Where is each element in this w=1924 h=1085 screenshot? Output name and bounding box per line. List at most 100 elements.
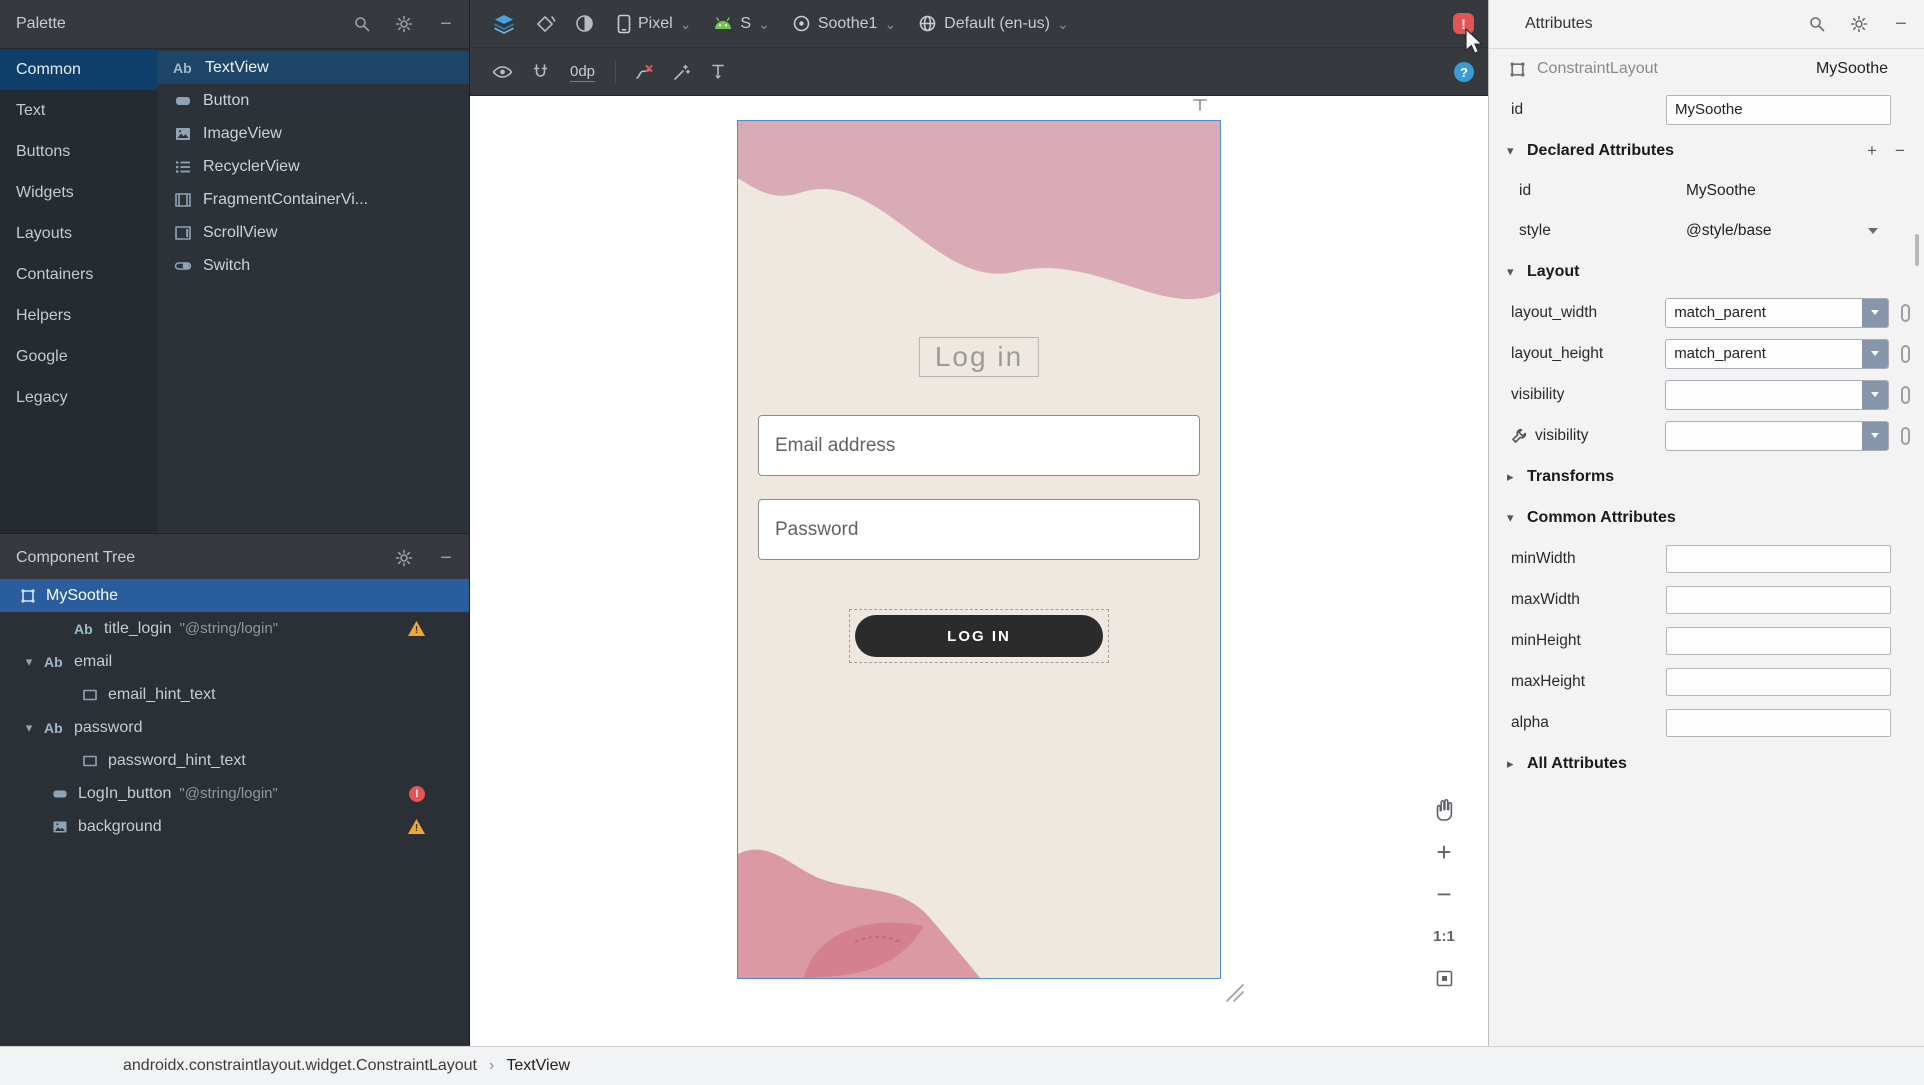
chevron-down-icon[interactable] <box>1862 298 1889 327</box>
login-button[interactable]: LOG IN <box>855 615 1103 657</box>
zoom-actual-size-button[interactable]: 1:1 <box>1433 924 1455 948</box>
email-field-view[interactable]: Email address <box>758 415 1200 476</box>
tools-attribute-pill-icon[interactable] <box>1901 426 1910 445</box>
infer-constraints-wand-icon[interactable] <box>672 63 691 82</box>
tree-item-title-login[interactable]: Ab title_login "@string/login" ! <box>0 612 469 645</box>
device-selector[interactable]: Pixel ⌄ <box>617 14 691 34</box>
palette-component-imageview[interactable]: ImageView <box>157 117 469 150</box>
search-icon[interactable] <box>353 15 371 33</box>
design-surface[interactable]: Log in Email address Password LOG IN + −… <box>470 96 1488 1046</box>
chevron-down-icon[interactable] <box>1862 380 1889 409</box>
remove-attribute-icon[interactable]: − <box>1890 141 1910 161</box>
max-width-input[interactable] <box>1666 585 1891 614</box>
orientation-icon[interactable] <box>534 13 556 35</box>
declared-row-id[interactable]: id MySoothe <box>1489 171 1924 211</box>
minimize-icon[interactable]: − <box>437 548 455 568</box>
palette-category-layouts[interactable]: Layouts <box>0 213 157 254</box>
tree-item-password-hint-text[interactable]: password_hint_text <box>0 744 469 777</box>
palette-category-helpers[interactable]: Helpers <box>0 295 157 336</box>
tree-item-background[interactable]: background ! <box>0 810 469 843</box>
chevron-down-icon[interactable] <box>1862 339 1889 368</box>
night-mode-icon[interactable] <box>574 13 595 34</box>
warning-badge-icon[interactable]: ! <box>408 819 425 834</box>
breadcrumb-current[interactable]: TextView <box>506 1057 570 1075</box>
breadcrumb-path[interactable]: androidx.constraintlayout.widget.Constra… <box>123 1057 477 1075</box>
device-canvas[interactable]: Log in Email address Password LOG IN <box>737 120 1221 979</box>
tools-attribute-pill-icon[interactable] <box>1901 385 1910 404</box>
add-attribute-icon[interactable]: + <box>1862 141 1882 161</box>
id-input[interactable] <box>1666 94 1891 125</box>
palette-category-text[interactable]: Text <box>0 90 157 131</box>
palette-category-buttons[interactable]: Buttons <box>0 131 157 172</box>
visibility-combo[interactable] <box>1665 379 1890 410</box>
zoom-out-icon[interactable]: − <box>1436 881 1451 907</box>
default-margin-selector[interactable]: 0dp <box>570 63 596 82</box>
mouse-cursor <box>1465 28 1483 54</box>
tree-item-password[interactable]: ▾ Ab password <box>0 711 469 744</box>
max-height-input[interactable] <box>1666 667 1891 696</box>
attributes-title: Attributes <box>1525 15 1593 32</box>
min-height-input[interactable] <box>1666 626 1891 655</box>
palette-component-switch[interactable]: Switch <box>157 249 469 282</box>
gear-icon[interactable] <box>395 15 413 33</box>
chevron-down-icon[interactable]: ▾ <box>22 654 36 670</box>
chevron-down-icon: ▾ <box>1507 509 1514 525</box>
warning-badge-icon[interactable]: ! <box>408 621 425 636</box>
palette-category-common[interactable]: Common <box>0 49 157 90</box>
zoom-to-fit-icon[interactable] <box>1435 966 1454 990</box>
chevron-down-icon[interactable]: ▾ <box>22 720 36 736</box>
layout-width-combo[interactable]: match_parent <box>1665 297 1890 328</box>
tools-visibility-combo[interactable] <box>1665 420 1890 451</box>
section-layout[interactable]: ▾ Layout <box>1489 251 1924 292</box>
minimize-icon[interactable]: − <box>1892 14 1910 34</box>
gear-icon[interactable] <box>1850 15 1868 33</box>
section-declared-attributes[interactable]: ▾ Declared Attributes + − <box>1489 130 1924 171</box>
palette-category-google[interactable]: Google <box>0 336 157 377</box>
gear-icon[interactable] <box>395 549 413 567</box>
pan-hand-icon[interactable] <box>1432 796 1456 822</box>
section-all-attributes[interactable]: ▸ All Attributes <box>1489 743 1924 784</box>
error-badge-icon[interactable]: ! <box>409 785 425 802</box>
tools-attribute-pill-icon[interactable] <box>1901 344 1910 363</box>
palette-component-recyclerview[interactable]: RecyclerView <box>157 150 469 183</box>
palette-component-textview[interactable]: Ab TextView <box>157 51 469 84</box>
layout-height-combo[interactable]: match_parent <box>1665 338 1890 369</box>
autoconnect-magnet-icon[interactable] <box>531 63 550 82</box>
zoom-in-icon[interactable]: + <box>1436 839 1451 865</box>
chevron-down-icon[interactable] <box>1862 421 1889 450</box>
alpha-input[interactable] <box>1666 708 1891 737</box>
palette-component-fragmentcontainer[interactable]: FragmentContainerVi... <box>157 183 469 216</box>
password-field-view[interactable]: Password <box>758 499 1200 560</box>
locale-selector[interactable]: Default (en-us) ⌄ <box>918 14 1069 33</box>
palette-category-containers[interactable]: Containers <box>0 254 157 295</box>
canvas-resize-handle[interactable] <box>1226 984 1244 1002</box>
palette-component-scrollview[interactable]: ScrollView <box>157 216 469 249</box>
tools-attribute-pill-icon[interactable] <box>1901 303 1910 322</box>
min-width-input[interactable] <box>1666 544 1891 573</box>
declared-row-style[interactable]: style @style/base <box>1489 211 1924 251</box>
section-transforms[interactable]: ▸ Transforms <box>1489 456 1924 497</box>
minimize-icon[interactable]: − <box>437 14 455 34</box>
help-icon[interactable]: ? <box>1454 62 1474 82</box>
textview-title-login[interactable]: Log in <box>918 337 1040 377</box>
palette-category-legacy[interactable]: Legacy <box>0 377 157 418</box>
chevron-down-icon[interactable] <box>1868 228 1878 234</box>
tree-item-email[interactable]: ▾ Ab email <box>0 645 469 678</box>
image-icon <box>173 125 193 143</box>
search-icon[interactable] <box>1808 15 1826 33</box>
scrollbar-thumb[interactable] <box>1915 234 1919 266</box>
chevron-down-icon: ▾ <box>1507 263 1514 279</box>
pack-align-icon[interactable] <box>709 63 727 82</box>
design-blueprint-icon[interactable] <box>492 12 516 36</box>
tree-item-email-hint-text[interactable]: email_hint_text <box>0 678 469 711</box>
palette-component-button[interactable]: Button <box>157 84 469 117</box>
section-common-attributes[interactable]: ▾ Common Attributes <box>1489 497 1924 538</box>
tree-item-mysoothe[interactable]: MySoothe <box>0 579 469 612</box>
tree-item-login-button[interactable]: LogIn_button "@string/login" ! <box>0 777 469 810</box>
theme-selector[interactable]: Soothe1 ⌄ <box>792 14 896 33</box>
clear-constraints-icon[interactable] <box>634 63 654 81</box>
login-button-view[interactable]: LOG IN <box>849 609 1109 663</box>
api-version-selector[interactable]: S ⌄ <box>713 15 770 33</box>
palette-category-widgets[interactable]: Widgets <box>0 172 157 213</box>
view-options-eye-icon[interactable] <box>492 63 513 81</box>
